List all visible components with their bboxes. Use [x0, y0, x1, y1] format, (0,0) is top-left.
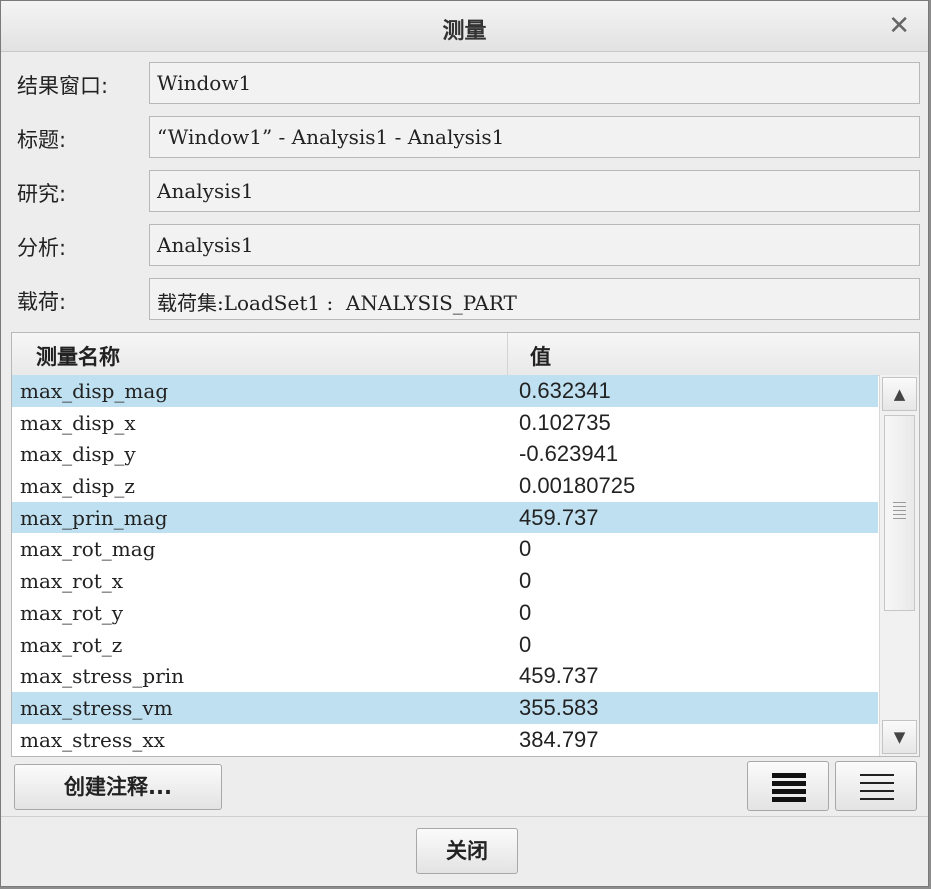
measure-value-cell: 0 [519, 599, 532, 625]
measure-name-cell: max_stress_vm [20, 695, 173, 720]
measure-name-cell: max_rot_z [20, 632, 123, 657]
measure-value-cell: 0 [519, 568, 532, 594]
table-row[interactable]: max_stress_vm 355.583 [12, 691, 878, 724]
column-divider[interactable] [507, 333, 508, 375]
analysis-row: 分析: Analysis1 [1, 224, 928, 270]
measure-table: 测量名称 值 max_disp_mag 0.632341 max_disp_x 0.1… [11, 332, 920, 757]
scroll-up-button[interactable]: ▲ [882, 377, 917, 411]
view-thin-lines-button[interactable] [835, 761, 917, 811]
measure-value-cell: 459.737 [519, 504, 599, 530]
measure-dialog: 测量 ✕ 结果窗口: Window1 标题: “Window1” - Analy… [0, 0, 929, 887]
table-row[interactable]: max_rot_x 0 [12, 565, 878, 597]
table-row[interactable]: max_rot_z 0 [12, 629, 878, 661]
table-row[interactable]: max_disp_x 0.102735 [12, 407, 878, 439]
column-header-name[interactable]: 测量名称 [36, 341, 120, 371]
measure-name-cell: max_rot_x [20, 569, 124, 594]
table-row[interactable]: max_rot_mag 0 [12, 533, 878, 565]
measure-name-cell: max_stress_xx [20, 727, 165, 752]
measure-name-cell: max_disp_z [20, 474, 135, 499]
title-field[interactable]: “Window1” - Analysis1 - Analysis1 [149, 116, 920, 158]
footer-divider [1, 816, 928, 817]
measure-name-cell: max_disp_mag [20, 379, 169, 403]
load-label: 载荷: [17, 290, 67, 314]
title-row: 标题: “Window1” - Analysis1 - Analysis1 [1, 116, 928, 162]
table-row[interactable]: max_disp_mag 0.632341 [12, 375, 878, 407]
table-row[interactable]: max_disp_z 0.00180725 [12, 470, 878, 502]
analysis-field[interactable]: Analysis1 [149, 224, 920, 266]
close-icon[interactable]: ✕ [888, 11, 910, 41]
load-field[interactable]: 载荷集:LoadSet1 : ANALYSIS_PART [149, 278, 920, 320]
table-body: max_disp_mag 0.632341 max_disp_x 0.102735 ma… [12, 375, 878, 755]
grip-icon [893, 502, 906, 522]
analysis-label: 分析: [17, 236, 67, 260]
title-label: 标题: [17, 128, 67, 152]
measure-name-cell: max_stress_prin [20, 664, 185, 689]
measure-name-cell: max_rot_mag [20, 537, 156, 562]
table-row[interactable]: max_rot_y 0 [12, 597, 878, 629]
study-label: 研究: [17, 182, 67, 206]
study-field[interactable]: Analysis1 [149, 170, 920, 212]
table-row[interactable]: max_stress_xx 384.797 [12, 724, 878, 756]
measure-value-cell: 0.632341 [519, 378, 611, 403]
column-header-value[interactable]: 值 [530, 341, 551, 371]
view-thick-lines-button[interactable] [747, 761, 829, 811]
scroll-down-button[interactable]: ▼ [882, 720, 917, 754]
dialog-title: 测量 [442, 19, 487, 44]
dialog-titlebar[interactable]: 测量 ✕ [1, 1, 928, 52]
result-window-field[interactable]: Window1 [149, 62, 920, 104]
measure-value-cell: -0.623941 [519, 441, 619, 467]
measure-name-cell: max_prin_mag [20, 505, 168, 530]
measure-value-cell: 0 [519, 536, 532, 562]
measure-name-cell: max_disp_y [20, 442, 136, 467]
measure-value-cell: 355.583 [519, 694, 599, 720]
view-thick-lines-icon [772, 773, 806, 802]
close-button[interactable]: 关闭 [416, 828, 518, 874]
create-note-button[interactable]: 创建注释... [14, 764, 222, 810]
result-window-row: 结果窗口: Window1 [1, 62, 928, 108]
view-thin-lines-icon [860, 774, 894, 800]
measure-name-cell: max_disp_x [20, 410, 136, 435]
measure-value-cell: 0.102735 [519, 409, 611, 435]
vertical-scrollbar[interactable]: ▲ ▼ [879, 375, 919, 756]
table-row[interactable]: max_prin_mag 459.737 [12, 501, 878, 534]
table-row[interactable]: max_disp_y -0.623941 [12, 438, 878, 470]
load-row: 载荷: 载荷集:LoadSet1 : ANALYSIS_PART [1, 278, 928, 324]
measure-value-cell: 0 [519, 631, 532, 657]
table-header: 测量名称 值 [12, 333, 919, 376]
result-window-label: 结果窗口: [17, 74, 109, 98]
measure-name-cell: max_rot_y [20, 600, 124, 625]
table-row[interactable]: max_stress_prin 459.737 [12, 660, 878, 692]
measure-value-cell: 384.797 [519, 726, 599, 752]
study-row: 研究: Analysis1 [1, 170, 928, 216]
measure-value-cell: 0.00180725 [519, 473, 636, 499]
measure-value-cell: 459.737 [519, 663, 599, 689]
scroll-thumb[interactable] [884, 415, 915, 611]
